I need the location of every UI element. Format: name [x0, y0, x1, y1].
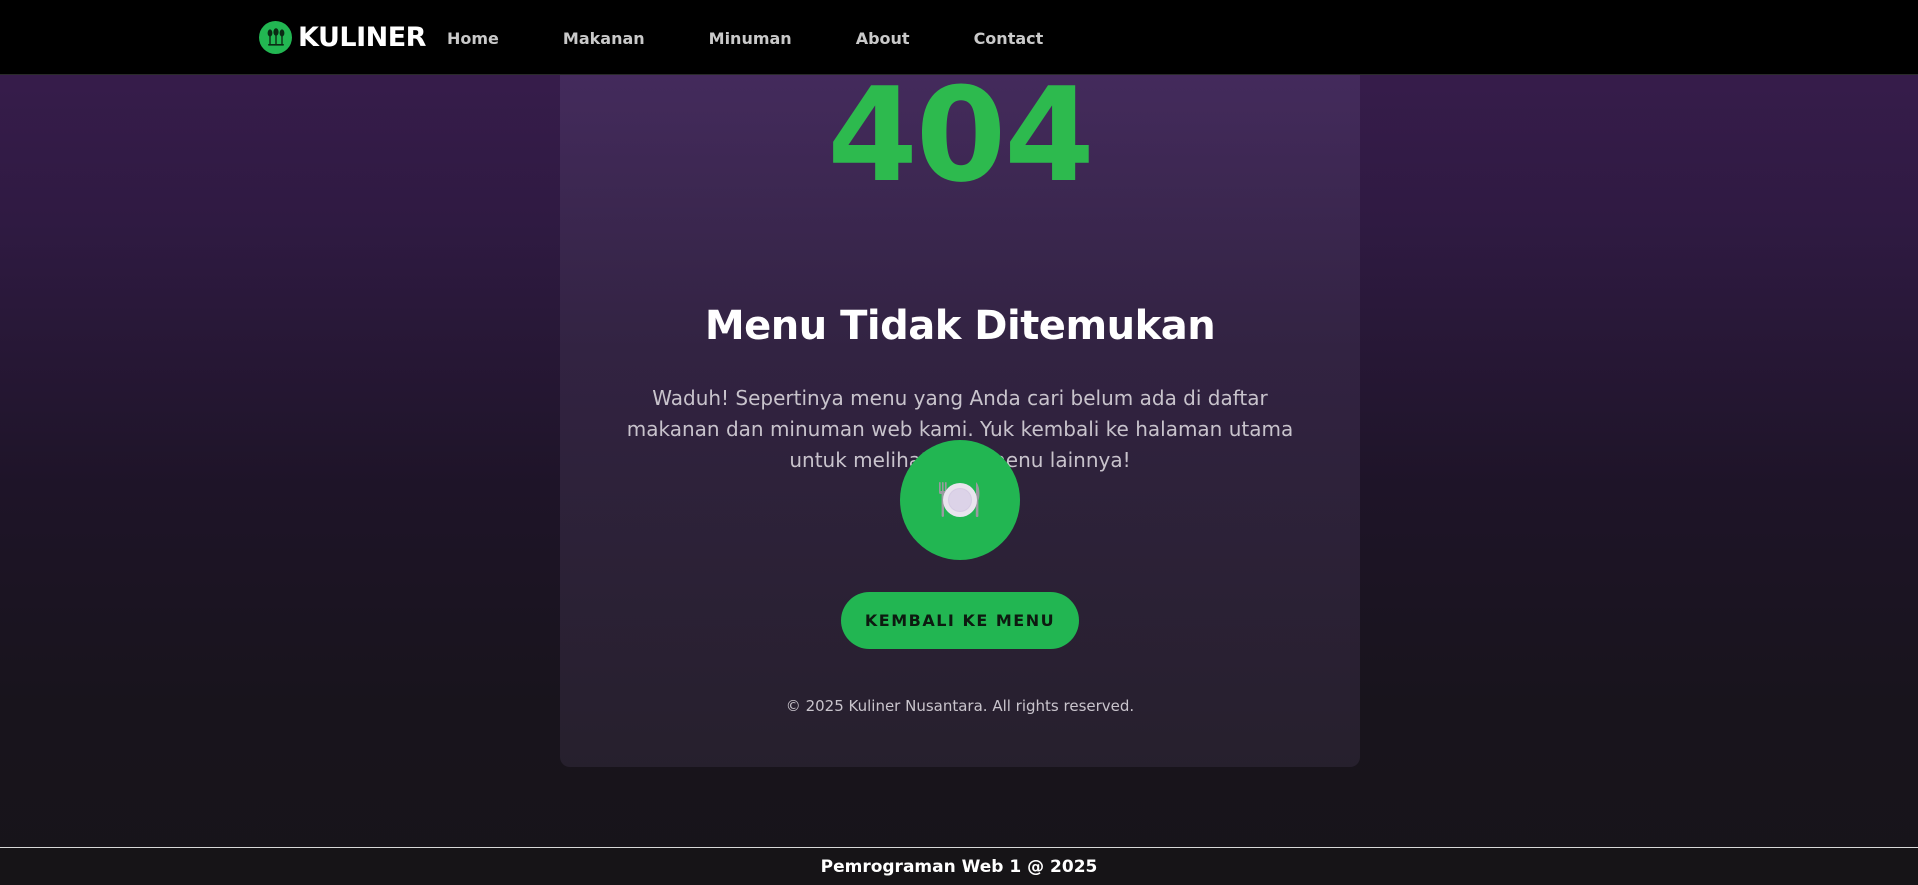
navbar: KULINER Home Makanan Minuman About Conta…	[0, 0, 1918, 75]
nav-contact[interactable]: Contact	[974, 29, 1044, 48]
error-card: 404 Menu Tidak Ditemukan Waduh! Sepertin…	[560, 75, 1360, 767]
brand-name: KULINER	[298, 21, 426, 53]
nav-home[interactable]: Home	[447, 29, 499, 48]
error-code: 404	[827, 75, 1094, 195]
page-footer: Pemrograman Web 1 @ 2025	[0, 847, 1918, 885]
nav-about[interactable]: About	[856, 29, 910, 48]
card-copyright: © 2025 Kuliner Nusantara. All rights res…	[785, 697, 1135, 715]
error-title: Menu Tidak Ditemukan	[704, 303, 1216, 349]
kuliner-logo-icon	[259, 20, 292, 54]
back-to-menu-button[interactable]: KEMBALI KE MENU	[841, 592, 1079, 649]
plate-cutlery-icon	[900, 440, 1020, 560]
footer-text: Pemrograman Web 1 @ 2025	[820, 856, 1098, 877]
nav-minuman[interactable]: Minuman	[709, 29, 792, 48]
main-nav: Home Makanan Minuman About Contact	[447, 26, 1107, 50]
nav-makanan[interactable]: Makanan	[563, 29, 645, 48]
brand-link[interactable]: KULINER	[259, 20, 426, 54]
